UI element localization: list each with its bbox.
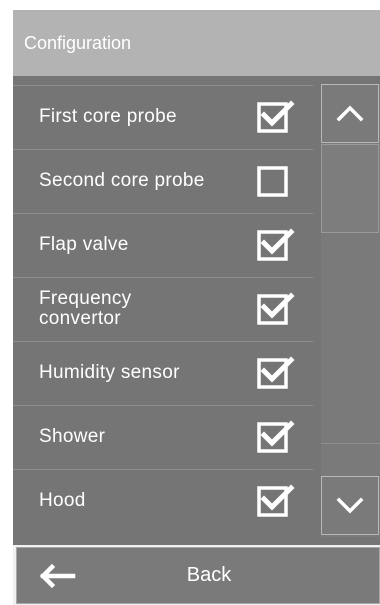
checkbox-checked-icon[interactable] [255,98,297,136]
checkbox-unchecked-icon[interactable] [255,162,297,200]
list-item-humidity-sensor[interactable]: Humidity sensor [13,341,313,404]
item-label: Humidity sensor [39,362,180,383]
chevron-down-icon [336,497,364,514]
list-item-first-core-probe[interactable]: First core probe [13,85,313,148]
checkbox-checked-icon[interactable] [255,290,297,328]
scrollbar-divider [321,443,380,444]
list-item-frequency-convertor[interactable]: Frequency convertor [13,277,313,340]
scrollbar-thumb[interactable] [321,144,379,233]
scroll-down-button[interactable] [321,476,379,535]
list-item-shower[interactable]: Shower [13,405,313,468]
item-label: First core probe [39,106,177,127]
checkbox-checked-icon[interactable] [255,226,297,264]
configuration-list: First core probe Second core probe Flap … [13,85,313,545]
configuration-screen: Configuration First core probe Second co… [13,10,380,605]
checkbox-checked-icon[interactable] [255,354,297,392]
list-item-flap-valve[interactable]: Flap valve [13,213,313,276]
item-label: Hood [39,490,86,511]
item-label: Shower [39,426,106,447]
checkbox-checked-icon[interactable] [255,418,297,456]
list-item-second-core-probe[interactable]: Second core probe [13,149,313,212]
item-label: Flap valve [39,234,129,255]
page-title: Configuration [13,10,380,76]
item-label: Second core probe [39,170,205,191]
item-label: Frequency convertor [39,288,132,329]
scroll-up-button[interactable] [321,84,379,143]
back-button[interactable]: Back [16,547,380,604]
list-item-hood[interactable]: Hood [13,469,313,532]
checkbox-checked-icon[interactable] [255,482,297,520]
back-label: Back [186,564,232,586]
chevron-up-icon [336,105,364,122]
